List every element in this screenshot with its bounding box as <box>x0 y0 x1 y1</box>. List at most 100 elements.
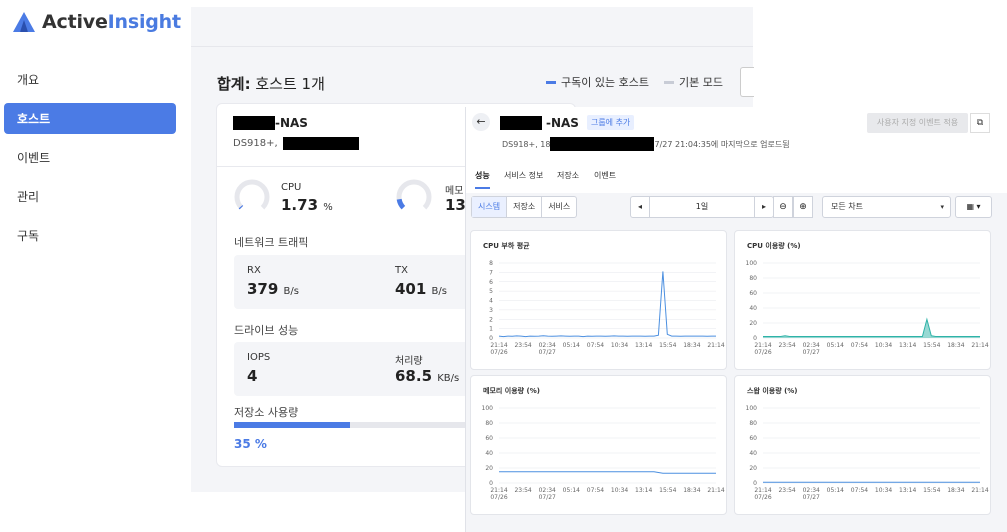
zoom-out-icon[interactable]: ⊖ <box>773 196 793 218</box>
host-model: DS918+, <box>233 137 359 150</box>
segment-storage[interactable]: 저장소 <box>507 197 543 217</box>
x-tick-label: 07:54 <box>851 342 868 349</box>
logo-text-part1: Active <box>42 11 108 33</box>
x-tick-label: 21:14 <box>971 487 988 494</box>
logo-icon <box>13 12 35 32</box>
x-tick-label: 15:54 <box>659 342 676 349</box>
page-title-count: 호스트 1개 <box>250 75 325 93</box>
y-tick-label: 3 <box>489 307 493 314</box>
swap-usage-chart: 10080604020021:1407/2623:54 02:3407/2705:… <box>746 405 989 501</box>
iops-label: IOPS <box>247 352 271 363</box>
tab-performance[interactable]: 성능 <box>475 170 490 189</box>
redacted-block <box>500 115 542 130</box>
tx-value-number: 401 <box>395 280 427 298</box>
rx-value-unit: B/s <box>283 286 299 297</box>
host-name: -NAS <box>233 116 308 130</box>
logo-text: ActiveInsight <box>42 11 181 33</box>
x-tick-label: 15:54 <box>923 342 940 349</box>
x-tick-label: 07/26 <box>754 494 771 501</box>
x-tick-label: 13:14 <box>635 487 652 494</box>
arrow-left-icon[interactable]: ← <box>472 113 490 131</box>
x-tick-label: 07/27 <box>803 494 820 501</box>
x-tick-label: 02:34 <box>539 487 556 494</box>
x-tick-label: 18:34 <box>947 487 964 494</box>
chart-card-memory-usage: 메모리 이용량 (%) 100 80 60 40 20 0 21:14 07/26 23:54 0… <box>470 375 727 515</box>
top-bar <box>191 7 753 47</box>
x-tick-label: 13:14 <box>899 487 916 494</box>
detail-subtitle-suffix: 7/27 21:04:35에 마지막으로 업로드됨 <box>654 139 790 149</box>
legend-basic: 기본 모드 <box>664 74 723 90</box>
zoom-in-icon[interactable]: ⊕ <box>793 196 813 218</box>
x-tick-label: 21:14 <box>490 342 507 349</box>
host-name-suffix: -NAS <box>275 116 308 130</box>
x-tick-label: 07/26 <box>490 349 507 356</box>
iops-value: 4 <box>247 367 258 385</box>
x-tick-label: 02:34 <box>539 342 556 349</box>
cpu-load-chart: 87654321021:1407/2623:54 02:3407/2705:14 0… <box>489 260 725 356</box>
y-tick-label: 40 <box>485 450 493 457</box>
cpu-gauge <box>234 179 270 215</box>
x-tick-label: 23:54 <box>514 342 531 349</box>
sidebar-item-management[interactable]: 관리 <box>4 181 176 212</box>
x-tick-label: 10:34 <box>611 342 628 349</box>
chart-filter-select[interactable]: 모든 차트 ▾ <box>822 196 951 218</box>
redacted-block <box>550 137 655 151</box>
series-line <box>498 271 716 338</box>
cpu-value-number: 1.73 <box>281 196 319 214</box>
y-tick-label: 20 <box>749 465 757 472</box>
x-tick-label: 18:34 <box>947 342 964 349</box>
tab-events[interactable]: 이벤트 <box>594 170 616 187</box>
add-to-group-button[interactable]: 그룹에 추가 <box>586 115 635 130</box>
series-line <box>763 317 980 337</box>
page-title: 합계: 호스트 1개 <box>217 73 325 94</box>
throughput-value-number: 68.5 <box>395 367 433 385</box>
chevron-right-icon[interactable]: ▸ <box>755 197 773 217</box>
calendar-icon[interactable]: ▦ ▾ <box>955 196 992 218</box>
segment-system[interactable]: 시스템 <box>472 197 508 217</box>
y-tick-label: 100 <box>746 260 758 267</box>
drive-performance-label: 드라이브 성능 <box>234 324 299 337</box>
series-line <box>499 471 716 474</box>
app-root: ActiveInsight 개요 호스트 이벤트 관리 구독 합계: 호스트 1… <box>0 0 1007 532</box>
x-tick-label: 02:34 <box>803 487 820 494</box>
y-tick-label: 20 <box>749 320 757 327</box>
x-tick-label: 05:14 <box>563 342 580 349</box>
apply-custom-event-button[interactable]: 사용자 지정 이벤트 적용 <box>867 113 968 133</box>
sidebar-item-events[interactable]: 이벤트 <box>4 142 176 173</box>
rx-value-number: 379 <box>247 280 279 298</box>
x-tick-label: 23:54 <box>514 487 531 494</box>
storage-progress-fill <box>234 422 350 428</box>
y-tick-label: 4 <box>489 298 493 305</box>
sidebar-item-subscription[interactable]: 구독 <box>4 220 176 251</box>
logo[interactable]: ActiveInsight <box>12 11 181 33</box>
x-tick-label: 05:14 <box>563 487 580 494</box>
throughput-label: 처리량 <box>395 356 423 367</box>
host-detail-panel: ← -NAS 그룹에 추가 DS918+, 18 7/27 21:04:35에 … <box>465 107 1007 532</box>
y-tick-label: 2 <box>489 316 493 323</box>
sidebar-item-hosts[interactable]: 호스트 <box>4 103 176 134</box>
tab-service-info[interactable]: 서비스 정보 <box>504 170 543 187</box>
tab-storage[interactable]: 저장소 <box>557 170 579 187</box>
sidebar-item-overview[interactable]: 개요 <box>4 64 176 95</box>
x-tick-label: 23:54 <box>778 342 795 349</box>
memory-usage-chart: 10080604020021:1407/2623:54 02:3407/2705:… <box>482 405 725 501</box>
detail-host-name-suffix: -NAS <box>546 115 579 130</box>
view-dropdown[interactable] <box>740 67 754 97</box>
y-tick-label: 80 <box>749 275 757 282</box>
network-traffic-label: 네트워크 트래픽 <box>234 236 309 249</box>
y-tick-label: 8 <box>489 260 493 267</box>
external-link-icon[interactable]: ⧉ <box>970 113 990 133</box>
memory-label: 메모 <box>445 186 464 197</box>
legend-subscribed: 구독이 있는 호스트 <box>546 74 649 90</box>
x-tick-label: 07:54 <box>851 487 868 494</box>
chevron-left-icon[interactable]: ◂ <box>631 197 649 217</box>
category-segmented-control: 시스템 저장소 서비스 <box>471 196 578 218</box>
cpu-value-unit: % <box>323 202 333 213</box>
detail-subtitle-prefix: DS918+, 18 <box>502 139 551 149</box>
sidebar-nav: 개요 호스트 이벤트 관리 구독 <box>4 64 176 259</box>
x-tick-label: 10:34 <box>875 487 892 494</box>
x-tick-label: 07:54 <box>587 487 604 494</box>
segment-service[interactable]: 서비스 <box>542 197 576 217</box>
y-tick-label: 60 <box>485 435 493 442</box>
throughput-value: 68.5 KB/s <box>395 367 459 385</box>
